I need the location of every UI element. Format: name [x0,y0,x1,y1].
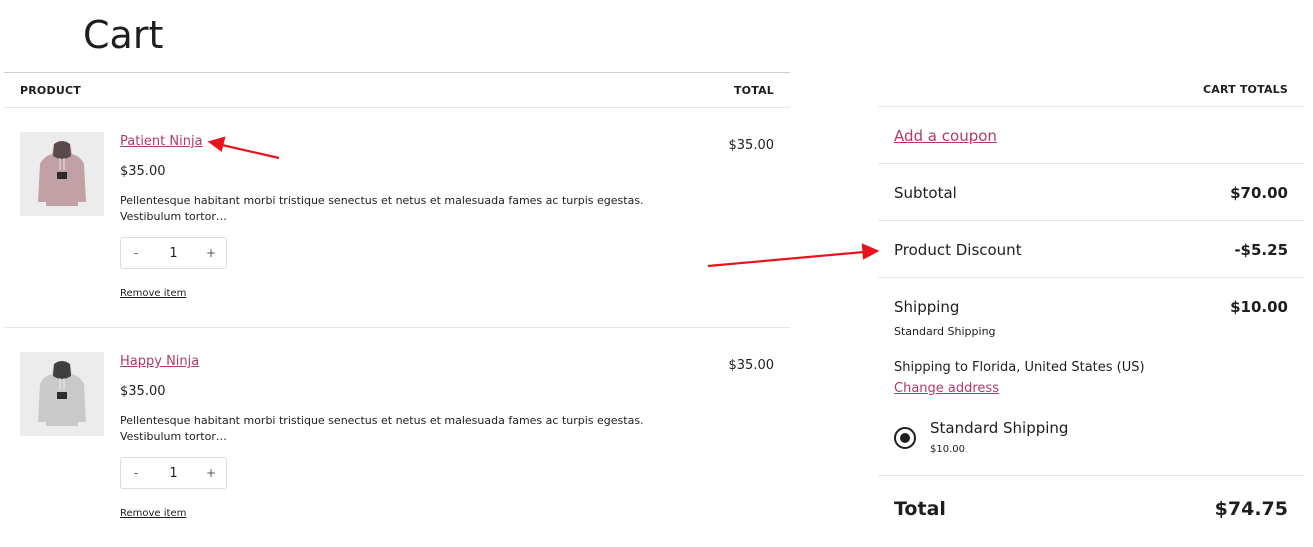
shipping-option-label[interactable]: Standard Shipping [930,419,1068,437]
shipping-row: Shipping $10.00 Standard Shipping Shippi… [878,278,1304,476]
order-total-row: Total $74.75 [878,476,1304,538]
cart-table-header: PRODUCT TOTAL [4,72,790,108]
shipping-destination: Shipping to Florida, United States (US) [894,360,1145,375]
subtotal-amount: $70.00 [1230,184,1288,202]
cart-totals-header: CART TOTALS [878,72,1304,107]
pink-hoodie-image [20,132,104,216]
quantity-increase-button[interactable]: + [196,466,226,480]
shipping-label: Shipping [894,298,960,316]
grey-hoodie-image [20,352,104,436]
discount-row: Product Discount -$5.25 [878,221,1304,278]
shipping-option-price: $10.00 [930,444,965,455]
quantity-input[interactable]: 1 [151,466,196,481]
column-header-total: TOTAL [733,84,774,97]
cart-item-row: Happy Ninja $35.00 Pellentesque habitant… [4,328,790,547]
change-address-link[interactable]: Change address [894,381,999,396]
radio-selected-indicator [900,433,910,443]
product-description: Pellentesque habitant morbi tristique se… [120,414,644,443]
cart-item-row: Patient Ninja $35.00 Pellentesque habita… [4,108,790,328]
product-name-link[interactable]: Happy Ninja [120,354,199,369]
product-price: $35.00 [120,164,166,179]
quantity-decrease-button[interactable]: - [121,246,151,260]
discount-amount: -$5.25 [1234,241,1288,259]
quantity-increase-button[interactable]: + [196,246,226,260]
coupon-row: Add a coupon [878,107,1304,164]
cart-totals-heading: CART TOTALS [1202,83,1288,96]
subtotal-label: Subtotal [894,184,957,202]
shipping-method: Standard Shipping [894,325,996,338]
product-image[interactable] [20,132,104,216]
product-description: Pellentesque habitant morbi tristique se… [120,194,644,223]
line-total: $35.00 [728,358,775,373]
order-total-amount: $74.75 [1214,498,1288,520]
product-image[interactable] [20,352,104,436]
product-name-link[interactable]: Patient Ninja [120,134,203,149]
cart-totals-panel: CART TOTALS Add a coupon Subtotal $70.00… [878,72,1304,538]
order-total-label: Total [894,498,946,520]
remove-item-link[interactable]: Remove item [120,508,186,519]
remove-item-link[interactable]: Remove item [120,288,186,299]
cart-table: PRODUCT TOTAL Patient Ninja $35.00 Pelle… [4,72,790,547]
shipping-amount: $10.00 [1230,298,1288,316]
product-price: $35.00 [120,384,166,399]
add-coupon-link[interactable]: Add a coupon [894,127,997,145]
column-header-product: PRODUCT [20,84,81,97]
page-title: Cart [83,13,164,57]
quantity-decrease-button[interactable]: - [121,466,151,480]
discount-label: Product Discount [894,241,1022,259]
subtotal-row: Subtotal $70.00 [878,164,1304,221]
quantity-stepper: - 1 + [120,457,227,489]
quantity-input[interactable]: 1 [151,246,196,261]
line-total: $35.00 [728,138,775,153]
shipping-option-radio[interactable] [894,427,916,449]
quantity-stepper: - 1 + [120,237,227,269]
